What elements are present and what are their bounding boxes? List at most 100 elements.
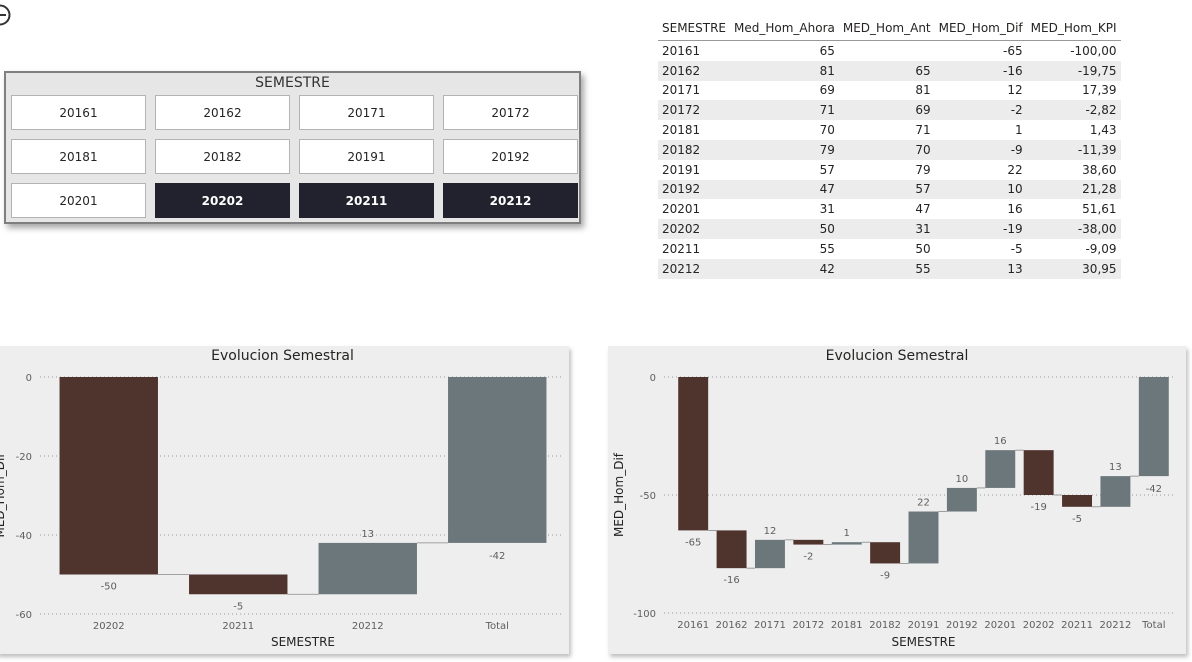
- data-label: -42: [1146, 484, 1162, 495]
- x-category-label: 20202: [1023, 620, 1055, 631]
- y-axis-title: MED_Hom_Dif: [0, 453, 7, 538]
- table-cell: 20191: [662, 162, 701, 177]
- table-cell: 38,60: [1082, 162, 1117, 177]
- waterfall-chart-selected: Evolucion Semestral 0 -20 -40 -60 -50 20202 -5…: [0, 346, 569, 654]
- y-tick-label: -20: [16, 452, 32, 463]
- column-header[interactable]: MED_Hom_Dif: [935, 16, 1027, 41]
- data-label: -19: [1030, 502, 1046, 513]
- table-cell: -2: [1010, 103, 1023, 118]
- x-category-label: 20171: [754, 620, 786, 631]
- column-header[interactable]: SEMESTRE: [658, 16, 730, 41]
- data-label: 16: [994, 436, 1007, 447]
- table-cell: 1: [1015, 123, 1023, 138]
- data-label: -65: [685, 537, 701, 548]
- column-header[interactable]: MED_Hom_KPI: [1027, 16, 1121, 41]
- table-row: 20171 69 81 12 17,39: [658, 81, 1121, 101]
- table-cell: -9,09: [1085, 241, 1117, 256]
- table-cell: 79: [915, 162, 931, 177]
- table-cell: -19,75: [1077, 63, 1117, 78]
- table-cell: -16: [1003, 63, 1023, 78]
- table-row: 20192 47 57 10 21,28: [658, 179, 1121, 200]
- x-category-label: 20212: [352, 621, 384, 632]
- slicer-button-20201[interactable]: 20201: [11, 183, 146, 218]
- data-label: 12: [764, 526, 777, 537]
- back-arrow-icon[interactable]: [0, 2, 14, 28]
- slicer-button-20162[interactable]: 20162: [155, 95, 290, 130]
- slicer-button-20191[interactable]: 20191: [299, 139, 434, 174]
- table-cell: 20201: [662, 202, 701, 217]
- table-cell: -38,00: [1077, 222, 1117, 237]
- waterfall-bar: [1138, 377, 1169, 477]
- slicer-button-20181[interactable]: 20181: [11, 139, 146, 174]
- semestre-slicer: SEMESTRE 20161 20162 20171 20172 20181 20182 2…: [4, 71, 581, 224]
- table-row: 20202 50 31 -19 -38,00: [658, 219, 1121, 239]
- data-label: 10: [956, 474, 969, 485]
- data-label: 13: [1109, 462, 1122, 473]
- data-label: -42: [489, 551, 505, 562]
- slicer-button-20212[interactable]: 20212: [443, 183, 578, 218]
- table-cell: 69: [915, 103, 931, 118]
- x-category-label: 20202: [93, 621, 125, 632]
- waterfall-bar: [985, 450, 1016, 488]
- data-label: -5: [1072, 514, 1082, 525]
- slicer-button-20171[interactable]: 20171: [299, 95, 434, 130]
- data-table: SEMESTRE Med_Hom_Ahora MED_Hom_Ant MED_Hom_…: [658, 16, 1121, 279]
- table-cell: 20182: [662, 142, 701, 157]
- slicer-button-20172[interactable]: 20172: [443, 95, 578, 130]
- slicer-button-20161[interactable]: 20161: [11, 95, 146, 130]
- table-cell: 1,43: [1089, 123, 1117, 138]
- waterfall-bar: [1100, 476, 1131, 507]
- column-header[interactable]: MED_Hom_Ant: [839, 16, 935, 41]
- y-tick-label: -100: [633, 609, 656, 620]
- table-row: 20181 70 71 1 1,43: [658, 120, 1121, 140]
- waterfall-bar: [754, 539, 785, 569]
- slicer-button-20192[interactable]: 20192: [443, 139, 578, 174]
- table-cell: 17,39: [1082, 83, 1117, 98]
- x-category-label: 20162: [716, 620, 748, 631]
- table-cell: 20162: [662, 63, 701, 78]
- waterfall-bar: [716, 530, 747, 569]
- table-cell: 47: [915, 202, 931, 217]
- waterfall-chart-all: Evolucion Semestral 0 -50 -100 -65 20161 -16 2…: [608, 346, 1186, 654]
- table-row: 20162 81 65 -16 -19,75: [658, 60, 1121, 81]
- waterfall-bar: [870, 542, 901, 564]
- table-cell: 31: [819, 202, 835, 217]
- table-cell: 10: [1007, 182, 1023, 197]
- slicer-button-20202[interactable]: 20202: [155, 183, 290, 218]
- y-tick-label: -60: [16, 610, 32, 621]
- slicer-button-20182[interactable]: 20182: [155, 139, 290, 174]
- table-cell: 81: [915, 83, 931, 98]
- table-cell: 12: [1007, 83, 1023, 98]
- slicer-button-20211[interactable]: 20211: [299, 183, 434, 218]
- table-cell: 65: [819, 43, 835, 58]
- table-cell: 20212: [662, 261, 701, 276]
- table-cell: 71: [915, 123, 931, 138]
- y-tick-label: 0: [650, 373, 656, 384]
- data-label: 1: [844, 528, 850, 539]
- x-category-label: Total: [1141, 620, 1165, 631]
- table-cell: 57: [915, 182, 931, 197]
- slicer-title: SEMESTRE: [255, 75, 330, 91]
- data-label: -5: [233, 601, 243, 612]
- data-label: 22: [917, 498, 930, 509]
- waterfall-bar: [448, 377, 547, 543]
- x-category-label: 20191: [908, 620, 940, 631]
- column-header[interactable]: Med_Hom_Ahora: [730, 16, 839, 41]
- table-cell: 51,61: [1082, 202, 1117, 217]
- table-row: 20201 31 47 16 51,61: [658, 199, 1121, 219]
- table-cell: 20211: [662, 241, 701, 256]
- table-cell: 20192: [662, 182, 701, 197]
- waterfall-chart-svg: 0 -50 -100 -65 20161 -16 20162 12 20171 -2 20172 1 2…: [612, 373, 1173, 649]
- table-cell: 20181: [662, 123, 701, 138]
- x-category-label: 20211: [222, 621, 254, 632]
- table-cell: -5: [1010, 241, 1023, 256]
- table-row: 20191 57 79 22 38,60: [658, 160, 1121, 180]
- table-header-row: SEMESTRE Med_Hom_Ahora MED_Hom_Ant MED_Hom_…: [658, 16, 1121, 41]
- waterfall-bar: [189, 574, 288, 595]
- table-cell: 30,95: [1082, 261, 1117, 276]
- table-cell: -65: [1003, 43, 1023, 58]
- x-category-label: 20172: [792, 620, 824, 631]
- waterfall-bar: [831, 542, 862, 545]
- x-category-label: 20182: [869, 620, 901, 631]
- x-axis-title: SEMESTRE: [271, 635, 335, 649]
